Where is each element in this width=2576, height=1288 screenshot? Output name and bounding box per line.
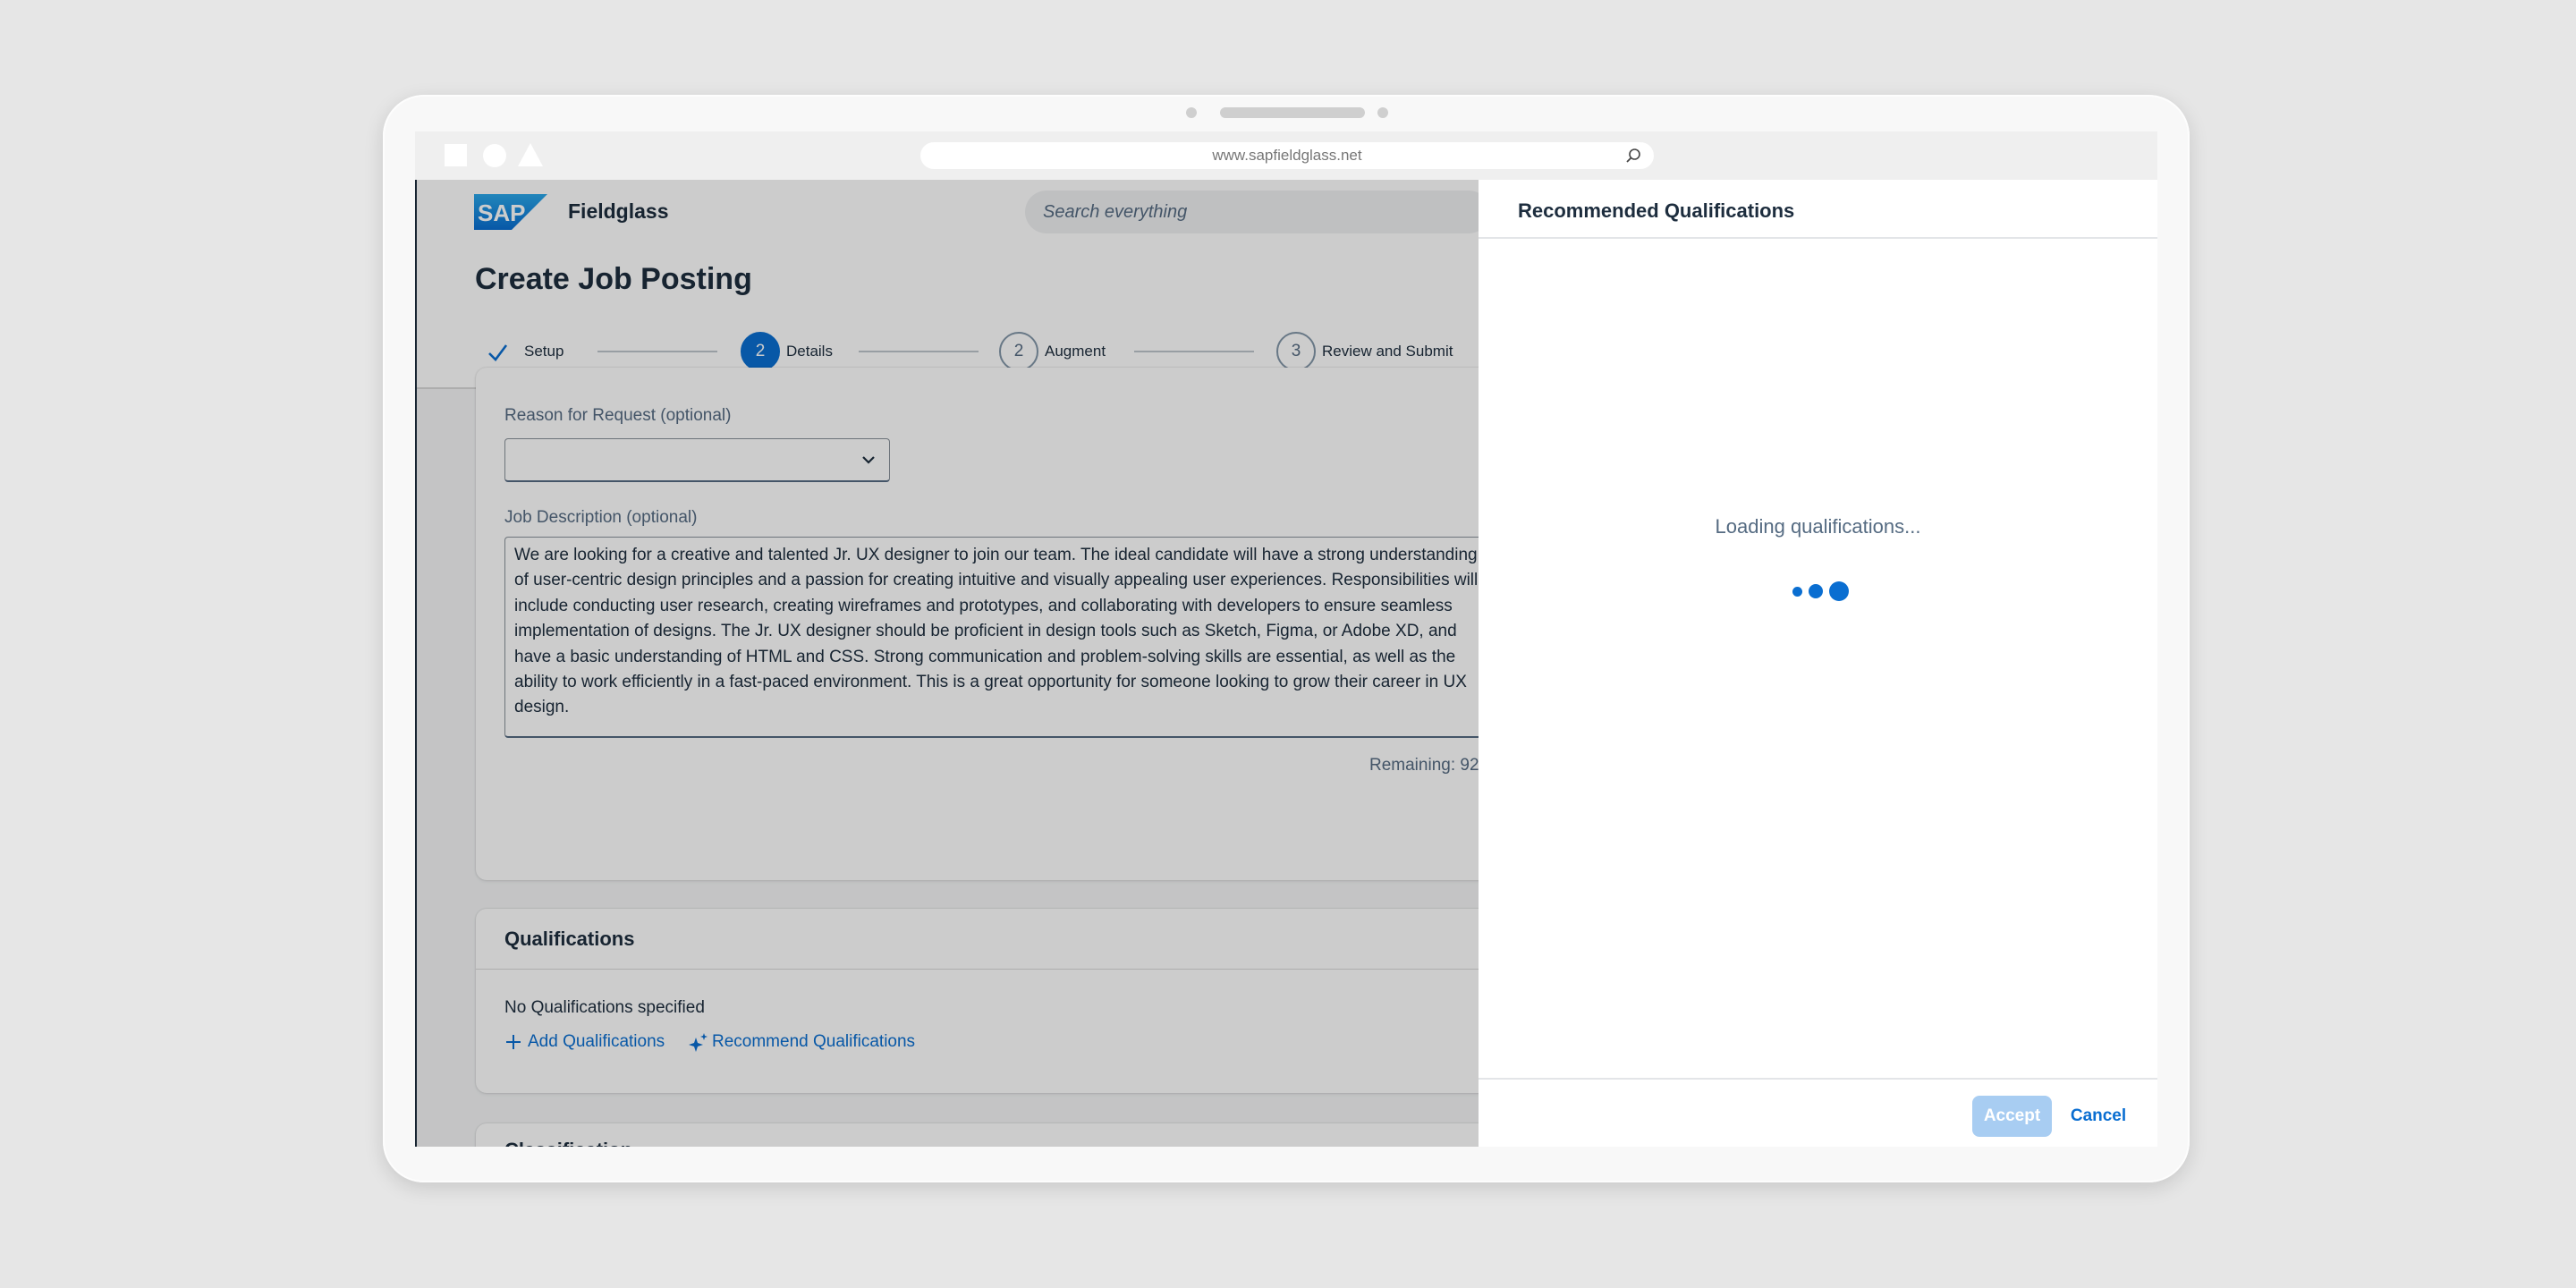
sensor-dot (1377, 107, 1388, 118)
speaker-bar (1220, 107, 1365, 118)
panel-title: Recommended Qualifications (1518, 199, 1795, 222)
loading-text: Loading qualifications... (1715, 515, 1921, 538)
square-icon[interactable] (445, 144, 467, 166)
job-posting-page: SAP Fieldglass Search everything Create … (415, 180, 1479, 1147)
search-icon[interactable] (1625, 148, 1641, 164)
url-text: www.sapfieldglass.net (1212, 147, 1362, 164)
panel-header: Recommended Qualifications (1479, 180, 2157, 239)
circle-icon[interactable] (483, 144, 506, 167)
address-bar[interactable]: www.sapfieldglass.net (920, 142, 1654, 169)
loading-indicator (1782, 580, 1853, 602)
loading-dot (1809, 584, 1823, 598)
accept-button[interactable]: Accept (1972, 1096, 2052, 1137)
loading-dot (1829, 581, 1849, 601)
triangle-icon[interactable] (518, 143, 543, 166)
recommended-qualifications-panel: Recommended Qualifications Loading quali… (1479, 180, 2157, 1147)
camera-dot (1186, 107, 1197, 118)
loading-dot (1792, 587, 1802, 597)
panel-footer: Accept Cancel (1479, 1078, 2157, 1147)
browser-toolbar: www.sapfieldglass.net (415, 131, 2157, 180)
cancel-button[interactable]: Cancel (2063, 1096, 2134, 1137)
app-screen: SAP Fieldglass Search everything Create … (415, 180, 2157, 1147)
modal-overlay[interactable] (415, 180, 1479, 1147)
